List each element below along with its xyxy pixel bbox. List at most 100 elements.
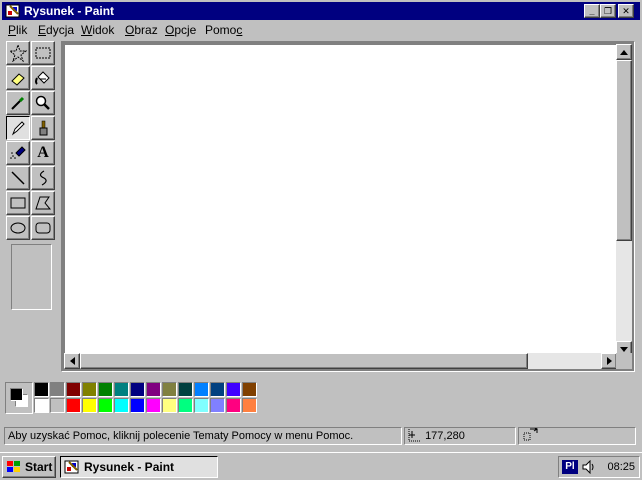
tool-free-form-select[interactable] <box>6 41 30 65</box>
palette-swatch[interactable] <box>82 398 97 413</box>
language-indicator[interactable]: Pl <box>562 460 578 474</box>
palette-swatch[interactable] <box>194 382 209 397</box>
palette-swatch[interactable] <box>98 382 113 397</box>
menu-opcje[interactable]: Opcje <box>165 23 196 37</box>
cursor-position-icon <box>408 429 421 442</box>
vertical-scroll-thumb[interactable] <box>616 60 632 241</box>
palette-swatch[interactable] <box>130 398 145 413</box>
palette-swatch[interactable] <box>82 382 97 397</box>
menu-obraz[interactable]: Obraz <box>125 23 158 37</box>
palette-swatch[interactable] <box>66 398 81 413</box>
palette-swatch[interactable] <box>162 398 177 413</box>
pencil-icon <box>11 121 25 136</box>
start-label: Start <box>25 460 53 474</box>
tool-rectangle[interactable] <box>6 191 30 215</box>
windows-logo-icon <box>7 461 20 472</box>
palette-swatch[interactable] <box>178 398 193 413</box>
palette-swatch[interactable] <box>34 398 49 413</box>
taskbar-button-paint[interactable]: Rysunek - Paint <box>60 456 218 478</box>
start-button[interactable]: Start <box>2 456 56 478</box>
paint-bucket-icon <box>35 71 50 85</box>
canvas-area <box>61 41 635 372</box>
horizontal-scrollbar[interactable] <box>64 353 617 369</box>
tool-airbrush[interactable] <box>6 141 30 165</box>
speaker-icon[interactable] <box>581 460 595 474</box>
palette-swatch[interactable] <box>162 382 177 397</box>
scroll-right-button[interactable] <box>601 353 617 369</box>
tool-ellipse[interactable] <box>6 216 30 240</box>
arrow-left-icon <box>69 357 75 365</box>
palette-swatch[interactable] <box>210 398 225 413</box>
palette-swatch[interactable] <box>178 382 193 397</box>
rect-select-icon <box>35 47 51 59</box>
palette-swatch[interactable] <box>50 398 65 413</box>
menu-plik[interactable]: Plik <box>8 23 27 37</box>
vertical-scrollbar[interactable] <box>616 44 632 357</box>
toolbox: A <box>5 41 57 313</box>
drawing-canvas[interactable] <box>65 45 616 356</box>
tool-line[interactable] <box>6 166 30 190</box>
window-title: Rysunek - Paint <box>24 4 115 18</box>
clock[interactable]: 08:25 <box>607 460 635 474</box>
star-select-icon <box>9 44 27 62</box>
cursor-position: 177,280 <box>425 430 465 442</box>
status-bar: Aby uzyskać Pomoc, kliknij polecenie Tem… <box>2 425 640 447</box>
palette-swatch[interactable] <box>50 382 65 397</box>
palette-swatch[interactable] <box>226 382 241 397</box>
scroll-left-button[interactable] <box>64 353 80 369</box>
tool-select[interactable] <box>31 41 55 65</box>
selection-size-icon <box>523 428 538 441</box>
tool-brush[interactable] <box>31 116 55 140</box>
tool-polygon[interactable] <box>31 191 55 215</box>
palette-swatch[interactable] <box>242 382 257 397</box>
menu-pomoc[interactable]: Pomoc <box>205 23 242 37</box>
current-colors[interactable] <box>5 382 33 414</box>
palette-swatch[interactable] <box>226 398 241 413</box>
scroll-up-button[interactable] <box>616 44 632 60</box>
tool-pencil[interactable] <box>6 116 30 140</box>
paint-app-icon[interactable] <box>5 3 21 19</box>
tool-curve[interactable] <box>31 166 55 190</box>
palette-swatch[interactable] <box>98 398 113 413</box>
system-tray: Pl 08:25 <box>558 456 640 478</box>
taskbar: Start Rysunek - Paint Pl 08:25 <box>0 452 642 480</box>
eyedropper-icon <box>11 96 25 110</box>
tool-fill[interactable] <box>31 66 55 90</box>
polygon-icon <box>35 196 52 210</box>
horizontal-scroll-thumb[interactable] <box>80 353 528 369</box>
title-bar[interactable]: Rysunek - Paint _ ❐ ✕ <box>2 2 640 20</box>
palette-swatch[interactable] <box>146 382 161 397</box>
status-position-panel: 177,280 <box>404 427 516 445</box>
tool-options-panel[interactable] <box>11 244 52 310</box>
tool-rounded-rectangle[interactable] <box>31 216 55 240</box>
palette-swatch[interactable] <box>114 398 129 413</box>
rounded-rectangle-icon <box>35 222 51 234</box>
taskbar-button-label: Rysunek - Paint <box>84 460 175 474</box>
palette-swatch[interactable] <box>210 382 225 397</box>
palette-swatch[interactable] <box>66 382 81 397</box>
palette-swatch[interactable] <box>130 382 145 397</box>
curve-icon <box>39 170 47 186</box>
minimize-button[interactable]: _ <box>584 4 600 18</box>
ellipse-icon <box>10 222 26 234</box>
palette-swatch[interactable] <box>34 382 49 397</box>
text-icon: A <box>37 144 49 161</box>
palette-swatch[interactable] <box>146 398 161 413</box>
arrow-down-icon <box>620 346 628 352</box>
brush-icon <box>39 120 48 136</box>
color-box <box>2 376 640 420</box>
close-button[interactable]: ✕ <box>618 4 634 18</box>
tool-text[interactable]: A <box>31 141 55 165</box>
menu-edycja[interactable]: Edycja <box>38 23 74 37</box>
maximize-button[interactable]: ❐ <box>600 4 616 18</box>
palette-swatch[interactable] <box>114 382 129 397</box>
palette-swatch[interactable] <box>194 398 209 413</box>
palette-swatch[interactable] <box>242 398 257 413</box>
airbrush-icon <box>10 146 26 159</box>
tool-magnifier[interactable] <box>31 91 55 115</box>
status-help-text: Aby uzyskać Pomoc, kliknij polecenie Tem… <box>4 427 402 445</box>
menu-widok[interactable]: Widok <box>81 23 114 37</box>
tool-pick-color[interactable] <box>6 91 30 115</box>
eraser-icon <box>11 73 25 86</box>
tool-eraser[interactable] <box>6 66 30 90</box>
